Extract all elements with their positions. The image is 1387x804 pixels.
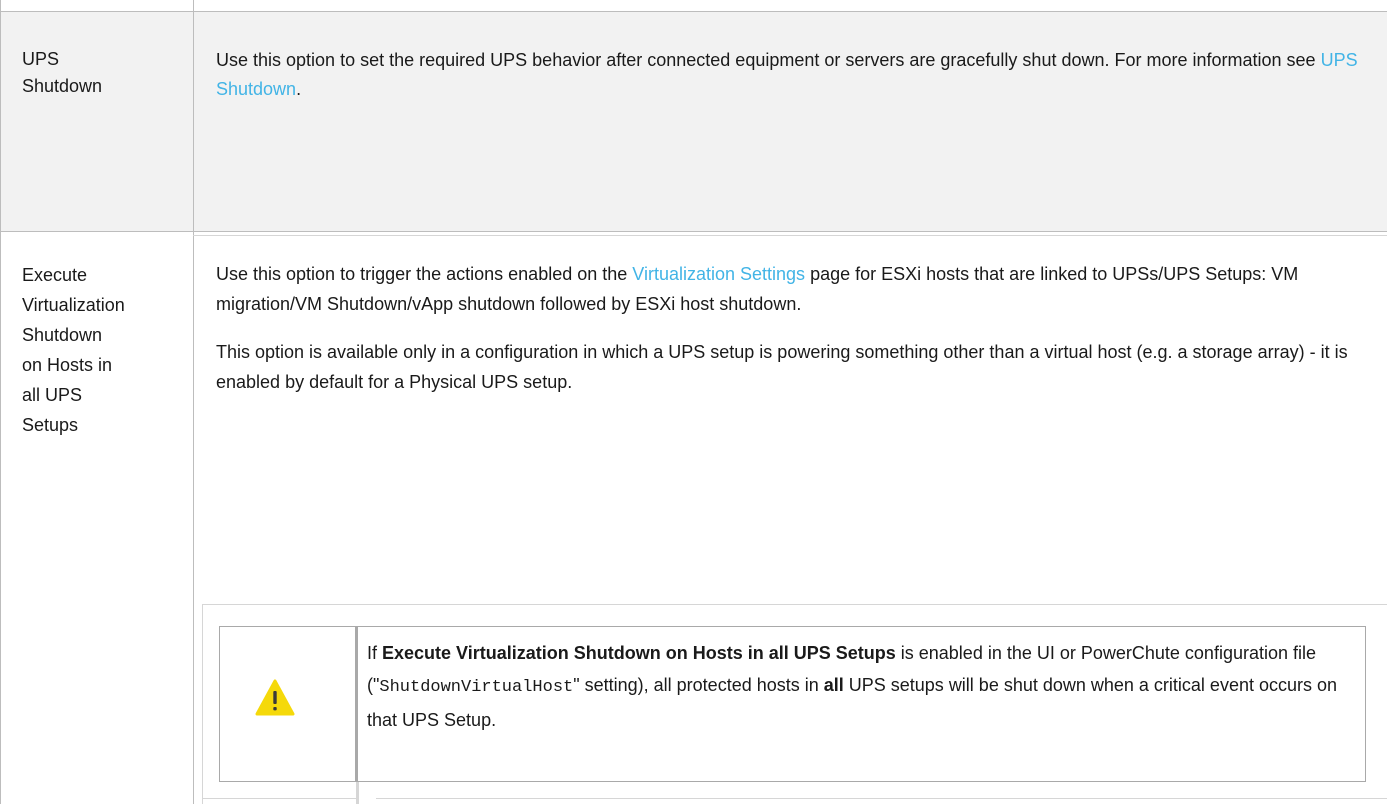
column-divider-row2 (193, 231, 194, 804)
table-border-left (0, 0, 1, 231)
warning-icon (255, 679, 295, 716)
table-fragment-line (356, 782, 359, 804)
table-row-ups-shutdown (0, 12, 1387, 231)
warning-note: If Execute Virtualization Shutdown on Ho… (219, 626, 1366, 782)
label-line: on Hosts in (22, 355, 113, 375)
label-line: Shutdown (22, 325, 103, 345)
description-text: Use this option to set the required UPS … (216, 50, 1321, 70)
note-text: If Execute Virtualization Shutdown on Ho… (367, 643, 1338, 730)
table-border-left-row2 (0, 231, 1, 804)
row-divider-inner (193, 235, 1387, 236)
label-line: Execute (22, 265, 88, 285)
all-bold: all (823, 675, 844, 695)
row-description-execute-virtualization: Use this option to trigger the actions e… (216, 259, 1381, 397)
row-label-ups-shutdown: UPS Shutdown (22, 46, 187, 100)
config-setting-code: ShutdownVirtualHost (379, 678, 574, 697)
table-fragment-line (202, 798, 357, 799)
row-divider (0, 231, 1387, 232)
note-icon-cell (220, 627, 358, 781)
virtualization-settings-link[interactable]: Virtualization Settings (632, 264, 805, 284)
label-line: Virtualization (22, 295, 125, 315)
description-paragraph-1: Use this option to trigger the actions e… (216, 264, 1299, 314)
option-name-bold: Execute Virtualization Shutdown on Hosts… (382, 643, 896, 663)
label-line: UPS (22, 49, 60, 69)
description-text-end: . (296, 79, 302, 99)
doc-page: UPS Shutdown Use this option to set the … (0, 0, 1387, 804)
table-fragment-line (376, 798, 1387, 799)
row-label-execute-virtualization: Execute Virtualization Shutdown on Hosts… (22, 260, 187, 440)
label-line: Setups (22, 415, 79, 435)
label-line: Shutdown (22, 76, 103, 96)
description-paragraph-2: This option is available only in a confi… (216, 342, 1348, 392)
table-border-top (0, 11, 1387, 12)
row-description-ups-shutdown: Use this option to set the required UPS … (216, 46, 1376, 104)
label-line: all UPS (22, 385, 83, 405)
column-divider (193, 0, 194, 231)
